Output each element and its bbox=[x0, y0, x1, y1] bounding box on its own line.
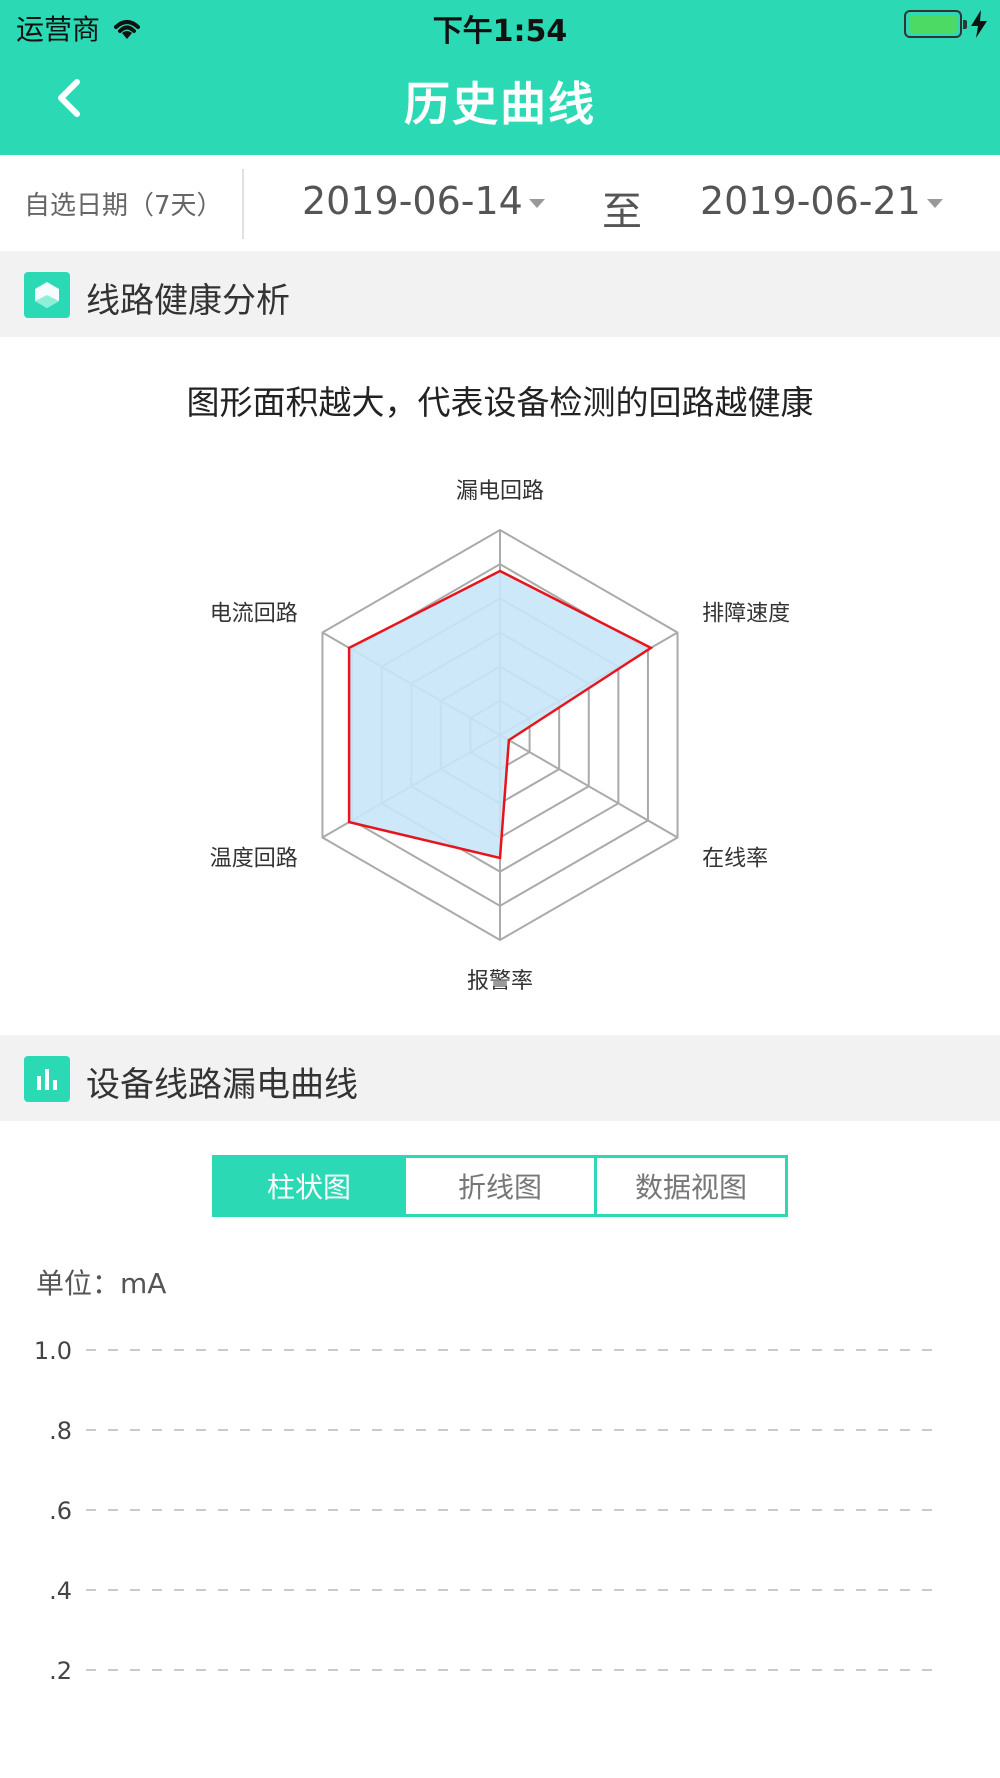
bar-chart-icon bbox=[24, 1056, 70, 1102]
battery-icon bbox=[904, 10, 967, 38]
radar-axis-label: 漏电回路 bbox=[456, 479, 544, 504]
radar-axis-label: 温度回路 bbox=[210, 847, 298, 872]
divider bbox=[242, 169, 244, 239]
y-tick-label: .2 bbox=[49, 1657, 72, 1685]
chart-view-tabs: 柱状图 折线图 数据视图 bbox=[212, 1155, 788, 1217]
section-title: 设备线路漏电曲线 bbox=[86, 1065, 358, 1105]
leakage-section-header: 设备线路漏电曲线 bbox=[0, 1035, 1000, 1121]
start-date-value: 2019-06-14 bbox=[302, 179, 523, 223]
end-date-picker[interactable]: 2019-06-21 bbox=[700, 179, 943, 223]
health-section-header: 线路健康分析 bbox=[0, 251, 1000, 337]
tab-bar-chart[interactable]: 柱状图 bbox=[215, 1158, 403, 1214]
y-tick-label: .6 bbox=[49, 1497, 72, 1525]
y-tick-label: .4 bbox=[49, 1577, 72, 1605]
charging-bolt-icon bbox=[971, 10, 987, 38]
dropdown-arrow-icon bbox=[926, 198, 943, 208]
date-range-label: 自选日期（7天） bbox=[24, 191, 223, 221]
page-title: 历史曲线 bbox=[404, 77, 596, 131]
dropdown-arrow-icon bbox=[528, 198, 545, 208]
radar-axis-label: 报警率 bbox=[467, 969, 533, 994]
leakage-bar-chart: 1.0 .8 .6 .4 .2 bbox=[34, 1337, 944, 1685]
radar-axis-label: 电流回路 bbox=[210, 602, 298, 627]
unit-value: mA bbox=[120, 1267, 167, 1300]
end-date-value: 2019-06-21 bbox=[700, 179, 921, 223]
section-title: 线路健康分析 bbox=[86, 281, 290, 321]
radar-caption: 图形面积越大，代表设备检测的回路越健康 bbox=[186, 383, 814, 422]
radar-data-area bbox=[347, 569, 654, 860]
top-bar: 运营商 下午1:54 历史曲线 bbox=[0, 0, 1000, 155]
unit-label: 单位：mA bbox=[36, 1262, 166, 1302]
radar-chart: 漏电回路排障速度在线率报警率 温度回路 电流回路 bbox=[210, 479, 790, 994]
tab-line-chart[interactable]: 折线图 bbox=[403, 1158, 594, 1214]
hexagon-icon bbox=[24, 272, 70, 318]
y-tick-label: .8 bbox=[49, 1417, 72, 1445]
start-date-picker[interactable]: 2019-06-14 bbox=[302, 179, 545, 223]
tab-data-view[interactable]: 数据视图 bbox=[594, 1158, 785, 1214]
status-time: 下午1:54 bbox=[432, 14, 568, 49]
unit-prefix: 单位： bbox=[36, 1267, 121, 1300]
y-tick-label: 1.0 bbox=[34, 1337, 72, 1365]
radar-axis-label: 排障速度 bbox=[702, 602, 790, 627]
date-filter-row: 自选日期（7天） 2019-06-14 至 2019-06-21 bbox=[0, 155, 1000, 251]
status-bar-right bbox=[904, 10, 988, 38]
radar-axis-label: 在线率 bbox=[702, 847, 768, 872]
date-separator: 至 bbox=[602, 189, 642, 235]
